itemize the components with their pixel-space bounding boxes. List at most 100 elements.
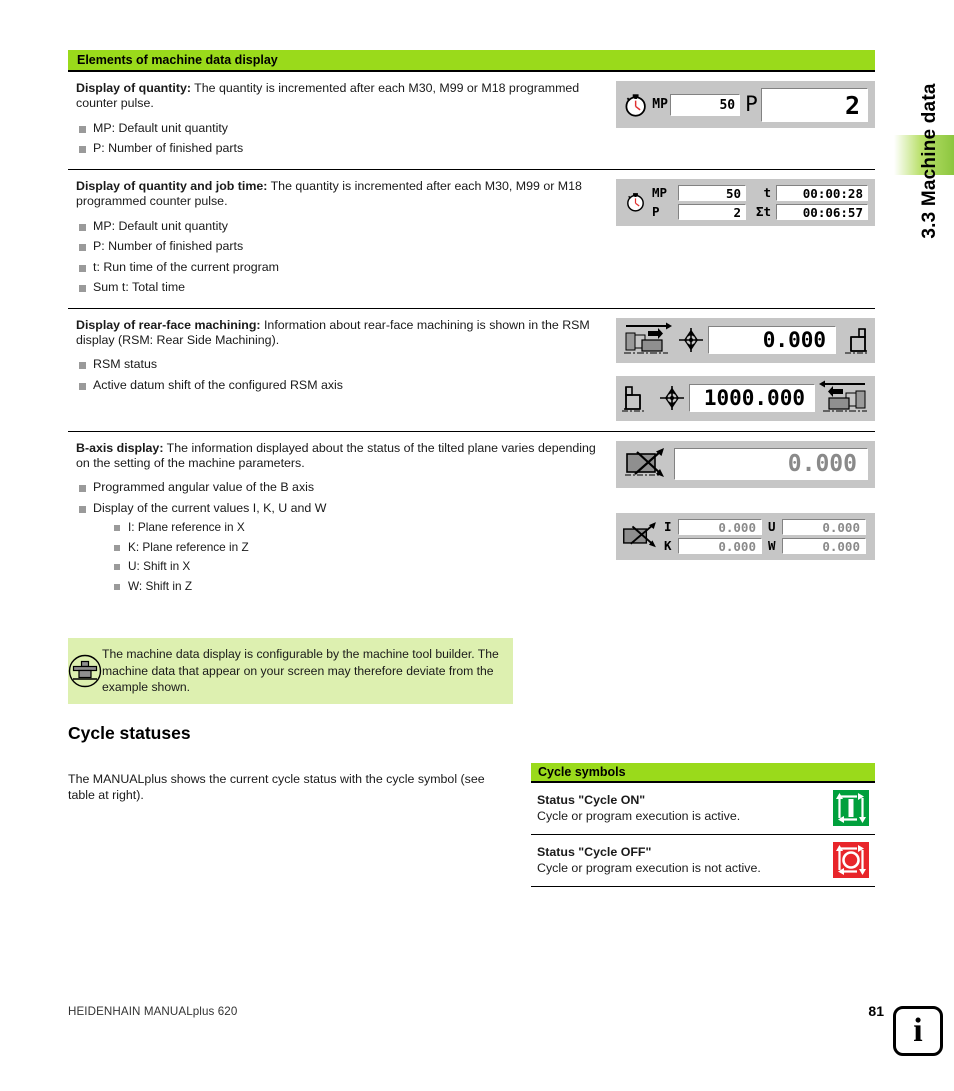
cycle-table-header-label: Cycle symbols [538,765,626,779]
row-description: Display of rear-face machining: Informat… [68,318,616,421]
stopwatch-icon [625,93,646,117]
rear-side-machining-icon [819,380,867,412]
footer-product-name: HEIDENHAIN MANUALplus 620 [68,1005,238,1018]
cycle-status-title: Status "Cycle ON" [537,793,646,807]
bullet-list: MP: Default unit quantity P: Number of f… [76,216,606,298]
p-value-field: 2 [678,203,746,220]
row-visual: 0.000 1000.000 [616,317,875,421]
list-item: RSM status [76,354,606,375]
table-row: Status "Cycle OFF" Cycle or program exec… [531,835,875,887]
datum-crosshair-icon [679,328,703,353]
mp-label: MP [652,185,668,201]
chapter-tab-label: 3.3 Machine data [919,83,940,239]
i-value-field: 0.000 [678,518,762,535]
u-value-field: 0.000 [782,518,866,535]
row-lead-text: Display of quantity and job time: The qu… [76,179,606,210]
row-lead-text: B-axis display: The information displaye… [76,441,606,472]
datum-crosshair-icon [660,386,684,411]
row-lead-bold: Display of quantity: [76,81,191,95]
workpiece-outline-icon [622,386,646,412]
p-label: P [745,92,758,116]
bullet-list: RSM status Active datum shift of the con… [76,354,606,395]
note-icon-wrap [68,654,102,688]
mp-value-field: 50 [678,184,746,201]
row-lead-bold: Display of quantity and job time: [76,178,268,193]
table-row: Display of quantity and job time: The qu… [68,170,875,309]
u-label: U [768,519,776,535]
list-item: MP: Default unit quantity [76,216,606,237]
rsm-value-field-2: 1000.000 [689,384,815,413]
k-value-field: 0.000 [678,537,762,554]
list-item: W: Shift in Z [111,577,606,597]
values-row: I 0.000 U 0.000 [664,518,869,535]
k-label: K [664,538,672,554]
list-item: K: Plane reference in Z [111,538,606,558]
list-item: Programmed angular value of the B axis [76,477,606,498]
tilted-plane-icon [623,522,656,548]
cycle-status-title: Status "Cycle OFF" [537,845,652,859]
row-visual: MP 50 t 00:00:28 P 2 Σt 00:06:57 [616,178,875,298]
baxis-values-display-widget: I 0.000 U 0.000 K 0.000 W 0.000 [616,512,875,560]
rsm-value-field-1: 0.000 [708,326,836,355]
sub-bullet-list: I: Plane reference in X K: Plane referen… [111,518,606,596]
mp-label: MP [652,97,668,112]
values-row: MP 50 t 00:00:28 [652,184,868,201]
values-grid: I 0.000 U 0.000 K 0.000 W 0.000 [664,518,869,554]
row-lead-bold: B-axis display: [76,440,164,455]
values-row: P 2 Σt 00:06:57 [652,203,868,220]
machine-tool-builder-icon [68,654,102,688]
cycle-status-desc: Cycle or program execution is not active… [537,861,761,875]
row-lead-bold: Display of rear-face machining: [76,317,261,332]
w-value-field: 0.000 [782,537,866,554]
list-item: Active datum shift of the configured RSM… [76,375,606,396]
baxis-angle-display-widget: 0.000 [616,440,875,488]
t-label: t [763,185,771,201]
note-text: The machine data display is configurable… [102,647,499,695]
workpiece-outline-icon [845,328,869,354]
rsm-display-widget-2: 1000.000 [616,375,875,421]
table-row: B-axis display: The information displaye… [68,432,875,607]
w-label: W [768,538,776,554]
list-item: P: Number of finished parts [76,138,606,159]
cycle-table-header-bar: Cycle symbols [531,763,875,783]
sum-t-value-field: 00:06:57 [776,203,868,220]
i-label: I [664,519,672,535]
machine-data-table: Elements of machine data display Display… [68,50,875,606]
list-item: Sum t: Total time [76,277,606,298]
list-item: I: Plane reference in X [111,518,606,538]
cycle-symbols-table: Cycle symbols Status "Cycle ON" Cycle or… [531,763,875,887]
cycle-row-text: Status "Cycle ON" Cycle or program execu… [537,792,740,824]
bullet-list: MP: Default unit quantity P: Number of f… [76,118,606,159]
t-value-field: 00:00:28 [776,184,868,201]
section-paragraph: The MANUALplus shows the current cycle s… [68,772,485,802]
values-grid: MP 50 t 00:00:28 P 2 Σt 00:06:57 [652,184,868,220]
p-value-field: 2 [760,87,868,122]
list-item: MP: Default unit quantity [76,118,606,139]
list-item: U: Shift in X [111,557,606,577]
document-page: Elements of machine data display Display… [0,0,943,1091]
row-lead-text: Display of rear-face machining: Informat… [76,318,606,349]
row-visual: 0.000 I 0.000 U 0.000 K 0.000 W 0.000 [616,440,875,597]
quantity-display-widget: MP 50 P 2 [616,81,875,128]
cycle-status-desc: Cycle or program execution is active. [537,809,741,823]
row-description: Display of quantity: The quantity is inc… [68,81,616,159]
list-item: Display of the current values I, K, U an… [76,498,606,597]
stopwatch-icon [627,193,644,212]
table-row: Display of quantity: The quantity is inc… [68,72,875,170]
baxis-angle-value-field: 0.000 [674,448,868,481]
row-lead-text: Display of quantity: The quantity is inc… [76,81,606,112]
table-row: Status "Cycle ON" Cycle or program execu… [531,783,875,835]
table-row: Display of rear-face machining: Informat… [68,309,875,432]
cycle-row-text: Status "Cycle OFF" Cycle or program exec… [537,844,761,876]
list-item: t: Run time of the current program [76,257,606,278]
chapter-tab: 3.3 Machine data [880,0,954,1091]
sum-t-label: Σt [755,204,771,220]
table-header-label: Elements of machine data display [77,53,278,67]
list-item: P: Number of finished parts [76,236,606,257]
table-header-bar: Elements of machine data display [68,50,875,72]
section-heading: Cycle statuses [68,723,191,743]
row-description: B-axis display: The information displaye… [68,441,616,597]
quantity-jobtime-display-widget: MP 50 t 00:00:28 P 2 Σt 00:06:57 [616,178,875,226]
cycle-off-icon [833,842,869,878]
row-description: Display of quantity and job time: The qu… [68,179,616,298]
